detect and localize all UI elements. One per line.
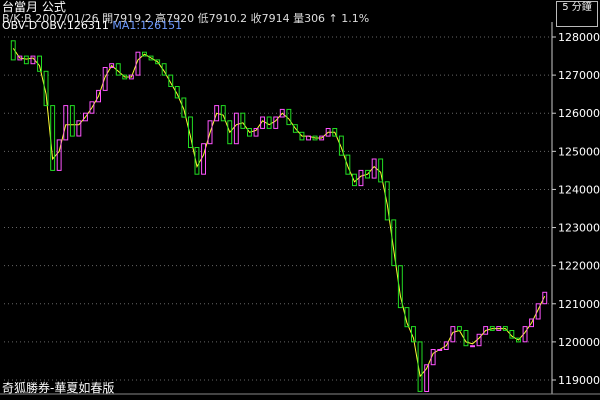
y-tick-label: 122000 <box>558 260 600 273</box>
y-tick-label: 125000 <box>558 145 600 158</box>
y-tick-label: 120000 <box>558 336 600 349</box>
y-tick-label: 128000 <box>558 31 600 44</box>
down-candle <box>352 173 357 187</box>
y-tick-label: 127000 <box>558 69 600 82</box>
up-candle <box>63 105 69 141</box>
y-tick-label: 121000 <box>558 298 600 311</box>
obv-chart: 119000 120000 121000 122000 123000 124000 1250… <box>0 22 600 395</box>
brand-footer: 奇狐勝券-華夏如春版 <box>2 381 115 395</box>
down-candle <box>345 154 351 175</box>
y-tick-label: 119000 <box>558 374 600 387</box>
y-tick-label: 126000 <box>558 107 600 120</box>
down-candle <box>457 326 462 331</box>
up-candle <box>470 345 476 348</box>
down-candle <box>50 105 56 171</box>
down-candle <box>463 330 469 347</box>
y-tick-label: 124000 <box>558 183 600 196</box>
up-candle <box>233 112 239 145</box>
up-candle <box>201 143 207 175</box>
chart-window: { "header": { "title": "台當月 公式", "info":… <box>0 0 600 400</box>
down-candle <box>69 105 75 137</box>
down-candle <box>23 55 29 65</box>
down-candle <box>115 63 121 76</box>
y-tick-label: 123000 <box>558 222 600 235</box>
down-candle <box>266 116 272 129</box>
down-candle <box>286 108 292 126</box>
down-candle <box>240 112 246 129</box>
ma-series-line <box>12 48 546 378</box>
up-candle <box>102 67 108 91</box>
up-candle <box>437 349 443 351</box>
